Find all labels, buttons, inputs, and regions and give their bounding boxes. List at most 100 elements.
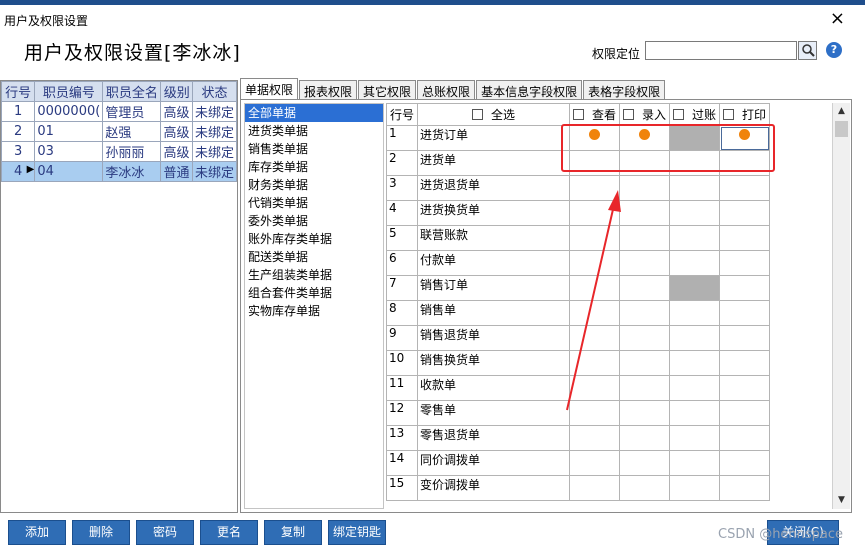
print-header[interactable]: 打印 [719,103,770,126]
print-cell[interactable] [719,475,770,501]
entry-cell[interactable] [619,475,670,501]
close-icon[interactable]: × [830,8,845,29]
category-item[interactable]: 销售类单据 [245,140,383,158]
post-cell[interactable] [669,400,720,426]
tab-table-field-permission[interactable]: 表格字段权限 [583,80,666,99]
post-cell[interactable] [669,300,720,326]
entry-all-checkbox[interactable] [622,109,634,120]
permission-row[interactable]: 13 零售退货单 [386,425,770,451]
column-header[interactable]: 行号 [1,81,36,102]
employee-row[interactable]: 1 0000000( 管理员 高级 未绑定 [1,101,237,122]
post-all-checkbox[interactable] [672,109,684,120]
post-cell[interactable] [669,350,720,376]
category-item[interactable]: 账外库存类单据 [245,230,383,248]
category-item[interactable]: 财务类单据 [245,176,383,194]
scroll-thumb[interactable] [835,121,848,137]
category-item[interactable]: 库存类单据 [245,158,383,176]
print-cell[interactable] [719,425,770,451]
entry-cell[interactable] [619,375,670,401]
print-cell[interactable] [719,350,770,376]
bind-key-button[interactable]: 绑定钥匙 [328,520,386,545]
entry-cell[interactable] [619,325,670,351]
entry-cell[interactable] [619,425,670,451]
permission-row[interactable]: 3 进货退货单 [386,175,770,201]
entry-cell[interactable] [619,200,670,226]
entry-cell[interactable] [619,300,670,326]
category-item[interactable]: 进货类单据 [245,122,383,140]
tab-report-permission[interactable]: 报表权限 [299,80,358,99]
employee-row[interactable]: 2 01 赵强 高级 未绑定 [1,121,237,142]
entry-cell[interactable] [619,225,670,251]
print-cell[interactable] [719,450,770,476]
post-cell[interactable] [669,425,720,451]
category-item[interactable]: 配送类单据 [245,248,383,266]
rename-button[interactable]: 更名 [200,520,258,545]
category-item[interactable]: 组合套件类单据 [245,284,383,302]
print-cell[interactable] [719,250,770,276]
delete-button[interactable]: 删除 [72,520,130,545]
print-cell[interactable] [719,225,770,251]
tab-other-permission[interactable]: 其它权限 [358,80,417,99]
permission-row[interactable]: 5 联营账款 [386,225,770,251]
select-all-header[interactable]: 全选 [417,103,570,126]
permission-row[interactable]: 11 收款单 [386,375,770,401]
post-cell[interactable] [669,200,720,226]
view-cell[interactable] [569,225,620,251]
entry-header[interactable]: 录入 [619,103,670,126]
view-all-checkbox[interactable] [572,109,584,120]
view-cell[interactable] [569,275,620,301]
view-cell[interactable] [569,325,620,351]
tab-basic-field-permission[interactable]: 基本信息字段权限 [476,80,583,99]
permission-row[interactable]: 10 销售换货单 [386,350,770,376]
view-cell[interactable] [569,200,620,226]
post-header[interactable]: 过账 [669,103,720,126]
column-header[interactable]: 职员全名 [102,81,162,102]
view-header[interactable]: 查看 [569,103,620,126]
permission-row[interactable]: 9 销售退货单 [386,325,770,351]
entry-cell[interactable] [619,275,670,301]
permission-row[interactable]: 14 同价调拨单 [386,450,770,476]
permission-row[interactable]: 8 销售单 [386,300,770,326]
search-button[interactable] [798,41,817,60]
post-cell[interactable] [669,250,720,276]
view-cell[interactable] [569,425,620,451]
post-cell[interactable] [669,450,720,476]
print-cell[interactable] [719,300,770,326]
password-button[interactable]: 密码 [136,520,194,545]
print-cell[interactable] [719,325,770,351]
tab-document-permission[interactable]: 单据权限 [240,78,299,99]
employee-row-selected[interactable]: 4 ▶ 04 李冰冰 普通 未绑定 [1,161,237,182]
copy-button[interactable]: 复制 [264,520,322,545]
permission-row[interactable]: 7 销售订单 [386,275,770,301]
column-header[interactable]: 状态 [191,81,237,102]
category-item[interactable]: 代销类单据 [245,194,383,212]
add-button[interactable]: 添加 [8,520,66,545]
view-cell[interactable] [569,300,620,326]
tab-ledger-permission[interactable]: 总账权限 [417,80,476,99]
post-cell[interactable] [669,175,720,201]
scroll-up-icon[interactable]: ▲ [833,103,850,120]
post-cell[interactable] [669,325,720,351]
permission-row[interactable]: 6 付款单 [386,250,770,276]
vertical-scrollbar[interactable]: ▲ ▼ [832,103,850,509]
column-header[interactable]: 职员编号 [34,81,104,102]
scroll-down-icon[interactable]: ▼ [833,492,850,509]
entry-cell[interactable] [619,250,670,276]
post-cell[interactable] [669,475,720,501]
entry-cell[interactable] [619,350,670,376]
view-cell[interactable] [569,400,620,426]
print-cell[interactable] [719,175,770,201]
category-item[interactable]: 生产组装类单据 [245,266,383,284]
view-cell[interactable] [569,375,620,401]
entry-cell[interactable] [619,175,670,201]
permission-row[interactable]: 15 变价调拨单 [386,475,770,501]
view-cell[interactable] [569,350,620,376]
print-cell[interactable] [719,275,770,301]
post-cell[interactable] [669,375,720,401]
print-cell[interactable] [719,200,770,226]
view-cell[interactable] [569,175,620,201]
category-item[interactable]: 实物库存单据 [245,302,383,320]
view-cell[interactable] [569,475,620,501]
permission-row[interactable]: 4 进货换货单 [386,200,770,226]
view-cell[interactable] [569,250,620,276]
